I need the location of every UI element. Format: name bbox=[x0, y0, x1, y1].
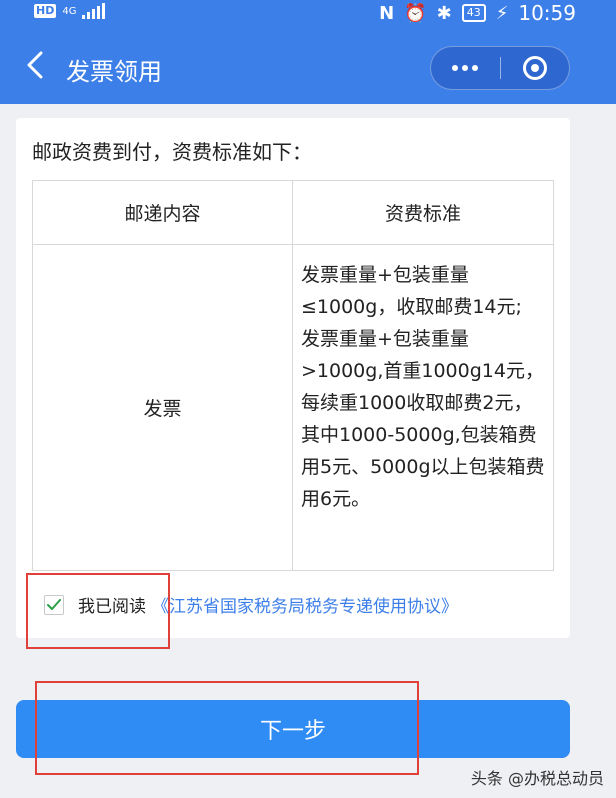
nav-header: 发票领用 bbox=[0, 26, 616, 104]
back-button[interactable] bbox=[22, 50, 48, 80]
network-type: 4G bbox=[62, 5, 77, 17]
clock: 10:59 bbox=[518, 1, 576, 25]
table-header-row: 邮递内容 资费标准 bbox=[32, 180, 554, 245]
signal-icon bbox=[82, 3, 106, 19]
target-circle-icon bbox=[522, 56, 547, 80]
fee-table: 邮递内容 资费标准 发票 发票重量+包装重量≤1000g，收取邮费14元; 发票… bbox=[32, 180, 554, 571]
status-left: HD 4G bbox=[34, 3, 106, 19]
alarm-icon: ⏰ bbox=[404, 2, 427, 24]
status-bar: HD 4G N ⏰ ✱ 43 ⚡ 10:59 bbox=[0, 0, 616, 26]
table-row: 发票 发票重量+包装重量≤1000g，收取邮费14元; 发票重量+包装重量>10… bbox=[32, 244, 554, 571]
watermark: 头条 @办税总动员 bbox=[470, 769, 604, 788]
hd-badge: HD bbox=[34, 4, 57, 18]
cell-item: 发票 bbox=[32, 244, 293, 571]
miniprogram-capsule bbox=[430, 46, 570, 90]
status-right: N ⏰ ✱ 43 ⚡ 10:59 bbox=[379, 1, 576, 25]
fee-card: 邮政资费到付，资费标准如下： 邮递内容 资费标准 发票 发票重量+包装重量≤10… bbox=[16, 118, 570, 638]
charging-icon: ⚡ bbox=[495, 2, 509, 24]
more-button[interactable] bbox=[431, 47, 500, 89]
fee-intro: 邮政资费到付，资费标准如下： bbox=[32, 140, 312, 164]
highlight-box-button bbox=[35, 681, 419, 775]
chevron-left-icon bbox=[27, 51, 43, 79]
battery-icon: 43 bbox=[461, 4, 486, 22]
highlight-box-checkbox bbox=[26, 573, 170, 649]
header-content: 邮递内容 bbox=[32, 180, 293, 245]
nfc-icon: N bbox=[379, 2, 395, 24]
header-fee: 资费标准 bbox=[292, 180, 554, 245]
page-title: 发票领用 bbox=[66, 58, 162, 86]
bluetooth-icon: ✱ bbox=[436, 2, 452, 24]
agreement-link[interactable]: 《江苏省国家税务局税务专递使用协议》 bbox=[152, 592, 458, 617]
cell-fee: 发票重量+包装重量≤1000g，收取邮费14元; 发票重量+包装重量>1000g… bbox=[292, 244, 554, 571]
close-miniprogram-button[interactable] bbox=[501, 47, 570, 89]
more-dots-icon bbox=[452, 65, 479, 71]
